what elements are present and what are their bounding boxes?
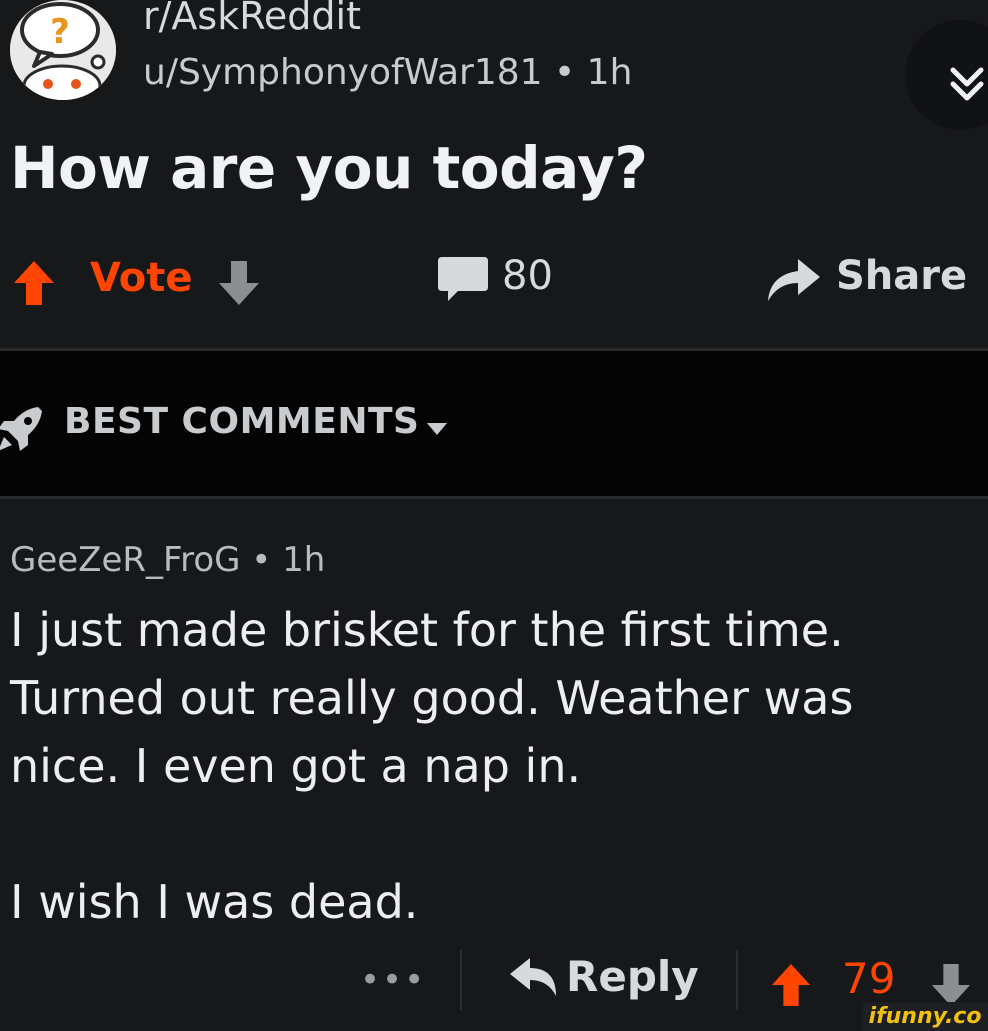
share-arrow-icon: [768, 259, 820, 301]
comment-action-bar: ••• Reply 79: [0, 940, 988, 1030]
ifunny-watermark: ifunny.co: [862, 1002, 988, 1031]
comment-score: 79: [842, 954, 896, 1003]
more-options-button[interactable]: •••: [360, 960, 426, 1000]
sort-bar[interactable]: BEST COMMENTS: [0, 351, 988, 496]
divider: [460, 950, 462, 1010]
reply-label: Reply: [566, 952, 699, 1001]
comment-author-meta[interactable]: GeeZeR_FroG • 1h: [10, 540, 325, 580]
post-action-bar: Vote 80 Share: [0, 245, 988, 325]
askreddit-snoo-icon[interactable]: ?: [10, 0, 116, 100]
double-chevron-down-icon: [950, 67, 984, 101]
vote-label: Vote: [90, 255, 193, 301]
speech-bubble-icon: [438, 257, 488, 301]
divider: [0, 496, 988, 499]
post-header: ? r/AskReddit u/SymphonyofWar181 • 1h: [0, 0, 988, 130]
comments-button[interactable]: 80: [436, 253, 553, 309]
arrow-down-icon[interactable]: [217, 259, 261, 311]
arrow-up-icon[interactable]: [12, 259, 56, 311]
rocket-icon: [0, 403, 46, 459]
share-button[interactable]: Share: [764, 253, 974, 309]
comment: GeeZeR_FroG • 1h I just made brisket for…: [0, 500, 988, 1031]
reply-button[interactable]: Reply: [508, 952, 699, 1004]
reply-arrow-icon: [510, 958, 556, 996]
question-mark-glyph: ?: [50, 12, 70, 52]
post-title[interactable]: How are you today?: [10, 134, 648, 202]
sort-label: BEST COMMENTS: [64, 401, 420, 442]
caret-down-icon: [425, 421, 449, 441]
collapse-button[interactable]: [905, 20, 988, 130]
divider: [736, 950, 738, 1010]
subreddit-name[interactable]: r/AskReddit: [143, 0, 361, 38]
share-label: Share: [836, 253, 968, 299]
comment-body: I just made brisket for the first time. …: [10, 596, 970, 936]
comment-count: 80: [502, 253, 553, 299]
comment-paragraph: I just made brisket for the first time. …: [10, 603, 854, 793]
arrow-up-icon[interactable]: [770, 962, 812, 1012]
post-author-meta[interactable]: u/SymphonyofWar181 • 1h: [143, 52, 632, 93]
comment-paragraph: I wish I was dead.: [10, 875, 419, 929]
